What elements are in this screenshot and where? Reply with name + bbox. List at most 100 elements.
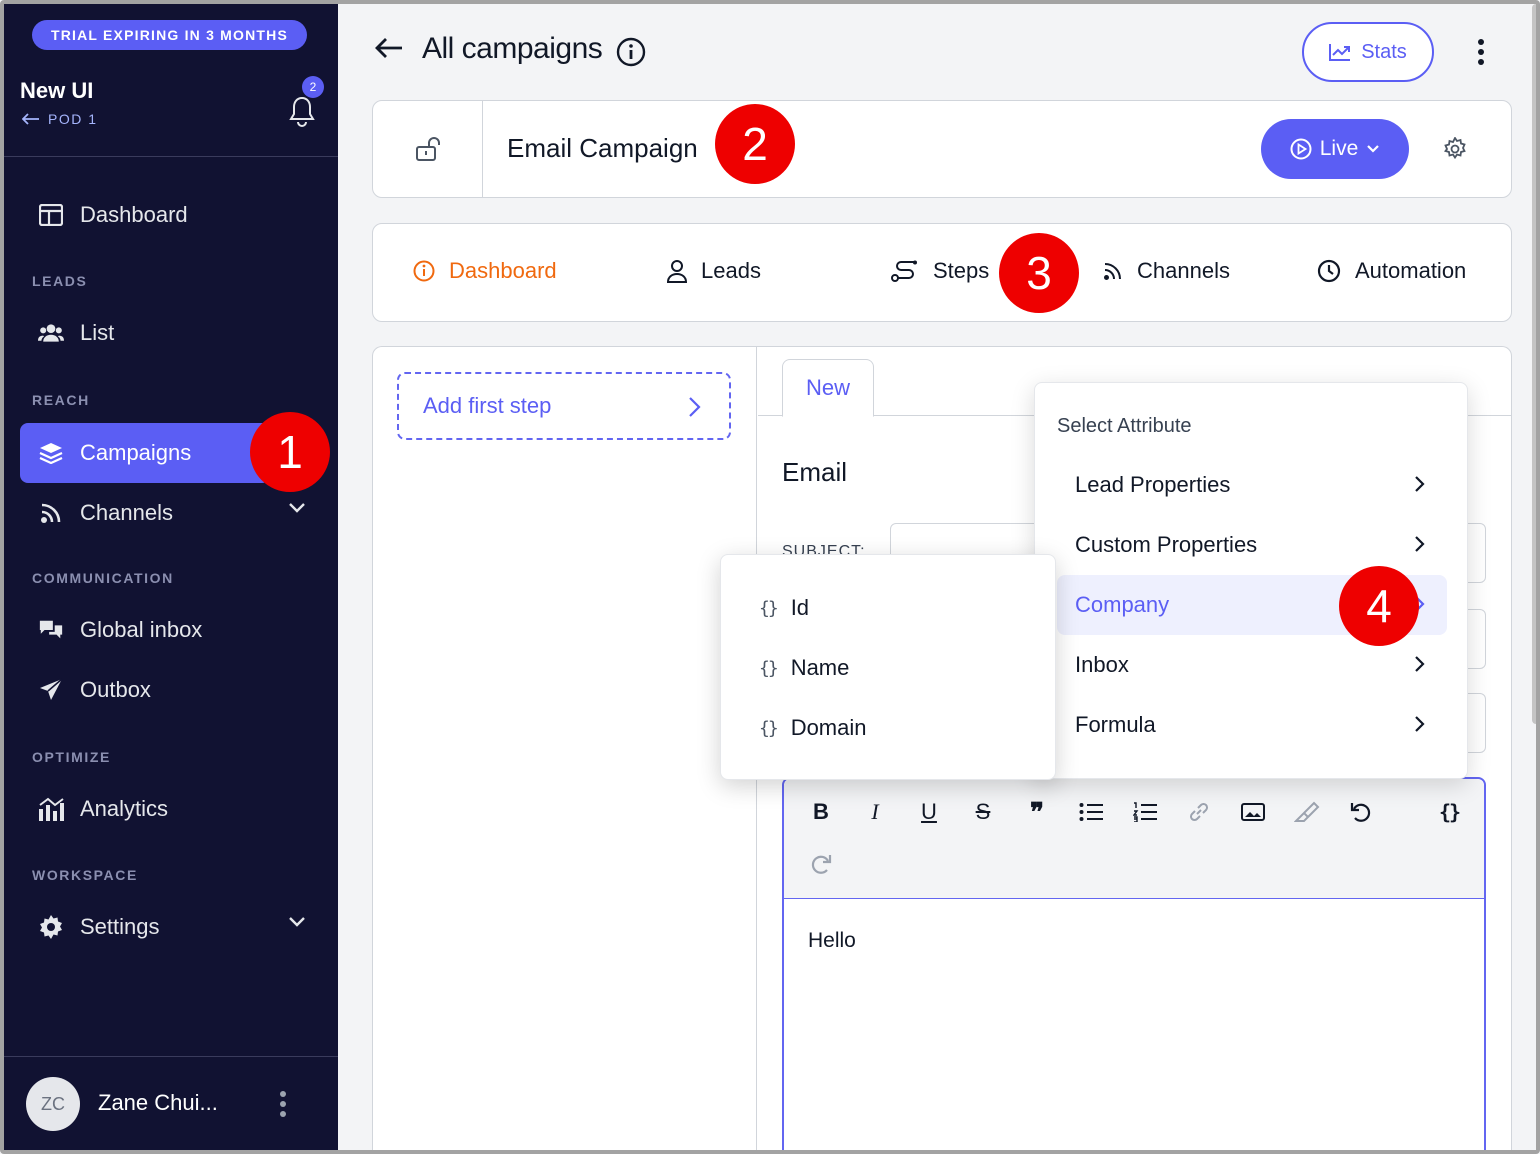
chevron-right-icon (1415, 536, 1425, 552)
sidebar-item-settings[interactable]: Settings (20, 898, 320, 956)
layers-icon (38, 440, 64, 466)
undo-icon[interactable] (1344, 795, 1378, 829)
sidebar-item-analytics[interactable]: Analytics (20, 780, 320, 838)
stats-label: Stats (1361, 40, 1407, 63)
user-name[interactable]: Zane Chui... (98, 1090, 218, 1116)
campaign-header-card: Email Campaign Live (372, 100, 1512, 198)
info-icon[interactable] (616, 37, 646, 67)
tab-automation[interactable]: Automation (1317, 258, 1466, 284)
sidebar-divider (4, 1056, 338, 1057)
lock-toggle[interactable] (373, 101, 483, 197)
tab-leads[interactable]: Leads (667, 258, 761, 284)
sidebar-item-label: Dashboard (80, 202, 188, 227)
editor-toolbar: B I U S ❞ {} (784, 779, 1484, 899)
campaign-tabs: Dashboard Leads Steps Channels Automatio… (372, 223, 1512, 322)
sidebar-section-optimize: OPTIMIZE (32, 749, 111, 765)
more-vertical-icon[interactable] (278, 1090, 288, 1118)
campaign-name[interactable]: Email Campaign (507, 133, 698, 164)
sidebar-item-label: Analytics (80, 796, 169, 821)
variable-braces-icon: {} (759, 657, 779, 679)
rss-icon (1104, 263, 1121, 280)
workspace-name: New UI (20, 78, 94, 103)
menu-item-label: Custom Properties (1075, 532, 1258, 557)
sidebar-item-dashboard[interactable]: Dashboard (20, 186, 320, 244)
workspace-pod-link[interactable]: POD 1 (22, 111, 98, 127)
tab-label: Channels (1137, 258, 1230, 283)
sidebar-item-list[interactable]: List (20, 304, 320, 362)
numbered-list-icon[interactable] (1128, 795, 1162, 829)
route-icon (891, 260, 917, 282)
submenu-item-domain[interactable]: {} Domain (759, 715, 867, 741)
clear-format-icon[interactable] (1290, 795, 1324, 829)
steps-column: Add first step (373, 347, 757, 1150)
user-icon (667, 260, 687, 283)
bell-icon[interactable] (286, 94, 318, 128)
avatar[interactable]: ZC (26, 1077, 80, 1131)
sidebar-item-outbox[interactable]: Outbox (20, 661, 320, 719)
annotation-marker-3: 3 (999, 233, 1079, 313)
bold-icon[interactable]: B (804, 795, 838, 829)
tab-dashboard[interactable]: Dashboard (413, 258, 557, 284)
notification-count-badge: 2 (302, 76, 324, 98)
menu-item-formula[interactable]: Formula (1057, 695, 1447, 755)
variable-braces-icon: {} (759, 717, 779, 739)
sidebar-section-leads: LEADS (32, 273, 88, 289)
image-icon[interactable] (1236, 795, 1270, 829)
gear-icon (38, 914, 64, 940)
layout-icon (38, 202, 64, 228)
page-title: All campaigns (422, 32, 603, 65)
italic-icon[interactable]: I (858, 795, 892, 829)
tab-channels[interactable]: Channels (1103, 258, 1230, 284)
chevron-down-icon[interactable] (288, 502, 306, 514)
chevron-down-icon (1367, 145, 1380, 153)
sidebar-item-channels[interactable]: Channels (20, 484, 320, 542)
quote-icon[interactable]: ❞ (1020, 795, 1054, 829)
stats-button[interactable]: Stats (1302, 22, 1434, 82)
submenu-item-label: Domain (790, 715, 867, 740)
users-icon (38, 320, 64, 346)
annotation-marker-2: 2 (715, 104, 795, 184)
bullet-list-icon[interactable] (1074, 795, 1108, 829)
menu-item-custom-properties[interactable]: Custom Properties (1057, 515, 1447, 575)
sidebar-item-global-inbox[interactable]: Global inbox (20, 601, 320, 659)
sidebar-item-campaigns[interactable]: Campaigns (20, 423, 270, 483)
editor-body-text[interactable]: Hello (808, 929, 856, 953)
sidebar-item-label: Settings (80, 914, 160, 939)
more-vertical-icon[interactable] (1476, 38, 1486, 66)
trial-badge[interactable]: TRIAL EXPIRING IN 3 MONTHS (32, 20, 307, 50)
submenu-item-id[interactable]: {} Id (759, 595, 809, 621)
clock-icon (1317, 259, 1341, 283)
gear-icon[interactable] (1443, 137, 1467, 161)
email-section-title: Email (782, 457, 848, 487)
tab-new[interactable]: New (782, 359, 874, 417)
tab-label: Dashboard (449, 258, 557, 283)
sidebar-section-workspace: WORKSPACE (32, 867, 138, 883)
scrollbar[interactable] (1532, 4, 1536, 724)
strikethrough-icon[interactable]: S (966, 795, 1000, 829)
submenu-item-name[interactable]: {} Name (759, 655, 849, 681)
chevron-right-icon (1415, 716, 1425, 732)
menu-item-lead-properties[interactable]: Lead Properties (1057, 455, 1447, 515)
sidebar-section-communication: COMMUNICATION (32, 570, 174, 586)
tab-steps[interactable]: Steps (891, 258, 989, 284)
sidebar-item-label: Campaigns (80, 440, 192, 465)
chevron-down-icon[interactable] (288, 916, 306, 928)
variable-braces-icon: {} (759, 597, 779, 619)
menu-item-label: Inbox (1075, 652, 1129, 677)
arrow-left-icon[interactable] (374, 36, 404, 60)
paper-plane-icon (38, 677, 64, 703)
chart-icon (38, 796, 64, 822)
sidebar-item-label: Channels (80, 500, 173, 525)
underline-icon[interactable]: U (912, 795, 946, 829)
sidebar: TRIAL EXPIRING IN 3 MONTHS New UI POD 1 … (4, 4, 338, 1150)
live-status-button[interactable]: Live (1261, 119, 1409, 179)
link-icon[interactable] (1182, 795, 1216, 829)
menu-item-label: Lead Properties (1075, 472, 1231, 497)
add-first-step-button[interactable]: Add first step (397, 372, 731, 440)
redo-icon[interactable] (804, 847, 838, 881)
sidebar-divider (4, 156, 338, 157)
live-label: Live (1319, 137, 1359, 160)
variable-braces-icon[interactable]: {} (1432, 795, 1466, 829)
info-icon (413, 260, 435, 282)
chat-icon (38, 617, 64, 643)
